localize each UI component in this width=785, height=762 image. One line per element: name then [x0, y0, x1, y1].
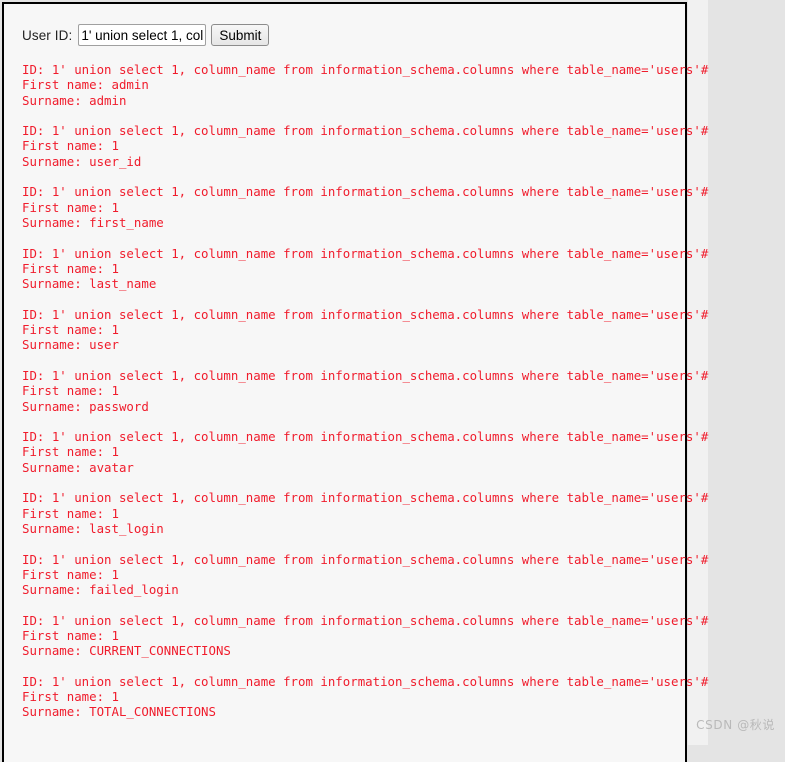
- csdn-watermark: CSDN @秋说: [696, 718, 775, 732]
- result-block: ID: 1' union select 1, column_name from …: [22, 490, 709, 536]
- query-results: ID: 1' union select 1, column_name from …: [4, 46, 709, 720]
- vulnerability-panel: User ID: Submit ID: 1' union select 1, c…: [2, 2, 709, 762]
- result-id-line: ID: 1' union select 1, column_name from …: [22, 612, 709, 628]
- result-block: ID: 1' union select 1, column_name from …: [22, 123, 709, 169]
- user-id-input[interactable]: [78, 24, 207, 46]
- result-surname-line: Surname: CURRENT_CONNECTIONS: [22, 643, 231, 659]
- result-block: ID: 1' union select 1, column_name from …: [22, 673, 709, 720]
- result-first-name-line: First name: 1: [22, 199, 119, 215]
- result-surname-line: Surname: admin: [22, 92, 127, 108]
- result-block: ID: 1' union select 1, column_name from …: [22, 245, 709, 292]
- submit-button[interactable]: Submit: [211, 24, 270, 46]
- result-first-name-line: First name: 1: [22, 260, 119, 276]
- result-first-name-line: First name: 1: [22, 505, 119, 521]
- result-first-name-line: First name: 1: [22, 566, 119, 582]
- result-surname-line: Surname: user: [22, 337, 119, 353]
- result-block: ID: 1' union select 1, column_name from …: [22, 367, 709, 414]
- result-surname-line: Surname: last_name: [22, 276, 157, 292]
- result-id-line: ID: 1' union select 1, column_name from …: [22, 306, 709, 322]
- result-surname-line: Surname: avatar: [22, 459, 134, 475]
- result-first-name-line: First name: 1: [22, 444, 119, 460]
- result-id-line: ID: 1' union select 1, column_name from …: [22, 184, 709, 200]
- result-id-line: ID: 1' union select 1, column_name from …: [22, 123, 709, 139]
- result-id-line: ID: 1' union select 1, column_name from …: [22, 490, 709, 506]
- result-surname-line: Surname: TOTAL_CONNECTIONS: [22, 704, 216, 720]
- result-first-name-line: First name: 1: [22, 383, 119, 399]
- result-surname-line: Surname: last_login: [22, 520, 164, 536]
- result-id-line: ID: 1' union select 1, column_name from …: [22, 429, 709, 445]
- result-first-name-line: First name: 1: [22, 322, 119, 338]
- result-surname-line: Surname: failed_login: [22, 582, 179, 598]
- result-id-line: ID: 1' union select 1, column_name from …: [22, 673, 709, 689]
- result-surname-line: Surname: password: [22, 398, 149, 414]
- result-first-name-line: First name: 1: [22, 627, 119, 643]
- result-block: ID: 1' union select 1, column_name from …: [22, 306, 709, 353]
- result-block: ID: 1' union select 1, column_name from …: [22, 429, 709, 475]
- result-first-name-line: First name: 1: [22, 138, 119, 154]
- result-surname-line: Surname: first_name: [22, 214, 164, 230]
- result-id-line: ID: 1' union select 1, column_name from …: [22, 367, 709, 383]
- result-block: ID: 1' union select 1, column_name from …: [22, 551, 709, 598]
- result-block: ID: 1' union select 1, column_name from …: [22, 62, 709, 108]
- result-block: ID: 1' union select 1, column_name from …: [22, 184, 709, 230]
- result-id-line: ID: 1' union select 1, column_name from …: [22, 62, 709, 77]
- user-id-label: User ID:: [22, 27, 73, 43]
- result-id-line: ID: 1' union select 1, column_name from …: [22, 245, 709, 261]
- result-block: ID: 1' union select 1, column_name from …: [22, 612, 709, 659]
- result-first-name-line: First name: admin: [22, 77, 149, 93]
- result-first-name-line: First name: 1: [22, 689, 119, 705]
- result-surname-line: Surname: user_id: [22, 153, 142, 169]
- user-id-form: User ID: Submit: [4, 4, 685, 46]
- result-id-line: ID: 1' union select 1, column_name from …: [22, 551, 709, 567]
